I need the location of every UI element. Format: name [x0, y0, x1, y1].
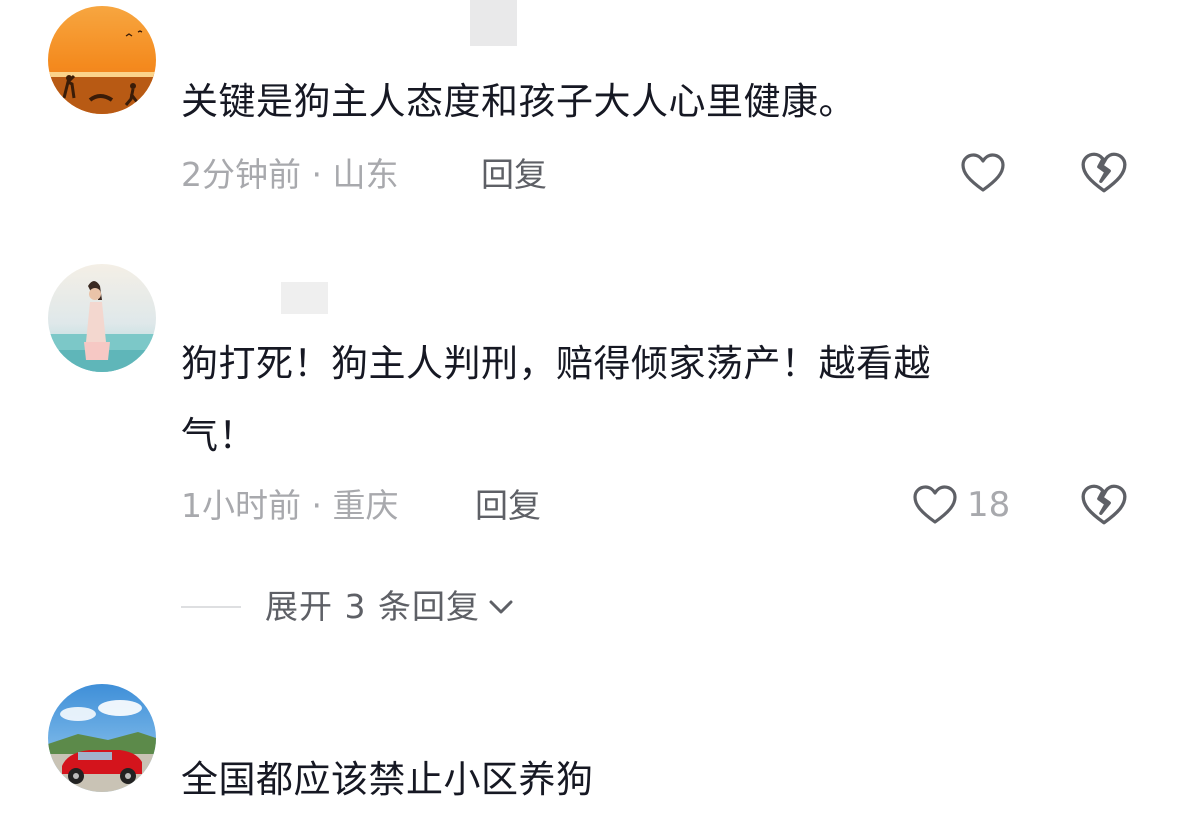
reply-button[interactable]: 回复 — [481, 155, 547, 195]
avatar[interactable] — [48, 6, 156, 114]
expand-replies-label: 展开 3 条回复 — [265, 587, 480, 626]
heart-outline-icon — [913, 485, 957, 524]
comment-text: 气！ — [181, 414, 256, 457]
username-redaction — [281, 282, 328, 314]
avatar[interactable] — [48, 264, 156, 372]
expand-replies-button[interactable]: 展开 3 条回复 — [181, 586, 516, 628]
comment-text: 关键是狗主人态度和孩子大人心里健康。 — [181, 80, 856, 123]
comment-time: 1小时前 — [181, 486, 301, 525]
dislike-button[interactable] — [1078, 479, 1130, 531]
heart-outline-icon — [961, 153, 1005, 192]
comment-time: 2分钟前 — [181, 155, 301, 194]
like-button[interactable]: 18 — [911, 479, 1010, 531]
comment-item: 关键是狗主人态度和孩子大人心里健康。 2分钟前 · 山东 回复 — [0, 0, 1179, 240]
comment-item: 狗打死！狗主人判刑，赔得倾家荡产！越看越 气！ 1小时前 · 重庆 回复 18 — [0, 240, 1179, 660]
like-button[interactable] — [959, 147, 1007, 199]
meta-separator: · — [301, 486, 333, 525]
expand-divider — [181, 606, 241, 608]
chevron-down-icon — [489, 600, 513, 614]
comment-location: 重庆 — [332, 486, 399, 525]
comment-location: 山东 — [332, 155, 399, 194]
comment-item: 全国都应该禁止小区养狗 — [0, 660, 1179, 825]
dislike-button[interactable] — [1078, 147, 1130, 199]
reply-button[interactable]: 回复 — [475, 486, 541, 526]
username-redaction — [470, 0, 517, 46]
comment-meta: 2分钟前 · 山东 — [181, 155, 398, 195]
comment-text: 全国都应该禁止小区养狗 — [181, 758, 594, 801]
comment-text: 狗打死！狗主人判刑，赔得倾家荡产！越看越 — [181, 342, 931, 385]
comment-meta: 1小时前 · 重庆 — [181, 486, 398, 526]
broken-heart-icon — [1081, 152, 1127, 193]
like-count: 18 — [967, 485, 1011, 525]
avatar[interactable] — [48, 684, 156, 792]
meta-separator: · — [301, 155, 333, 194]
broken-heart-icon — [1081, 484, 1127, 525]
